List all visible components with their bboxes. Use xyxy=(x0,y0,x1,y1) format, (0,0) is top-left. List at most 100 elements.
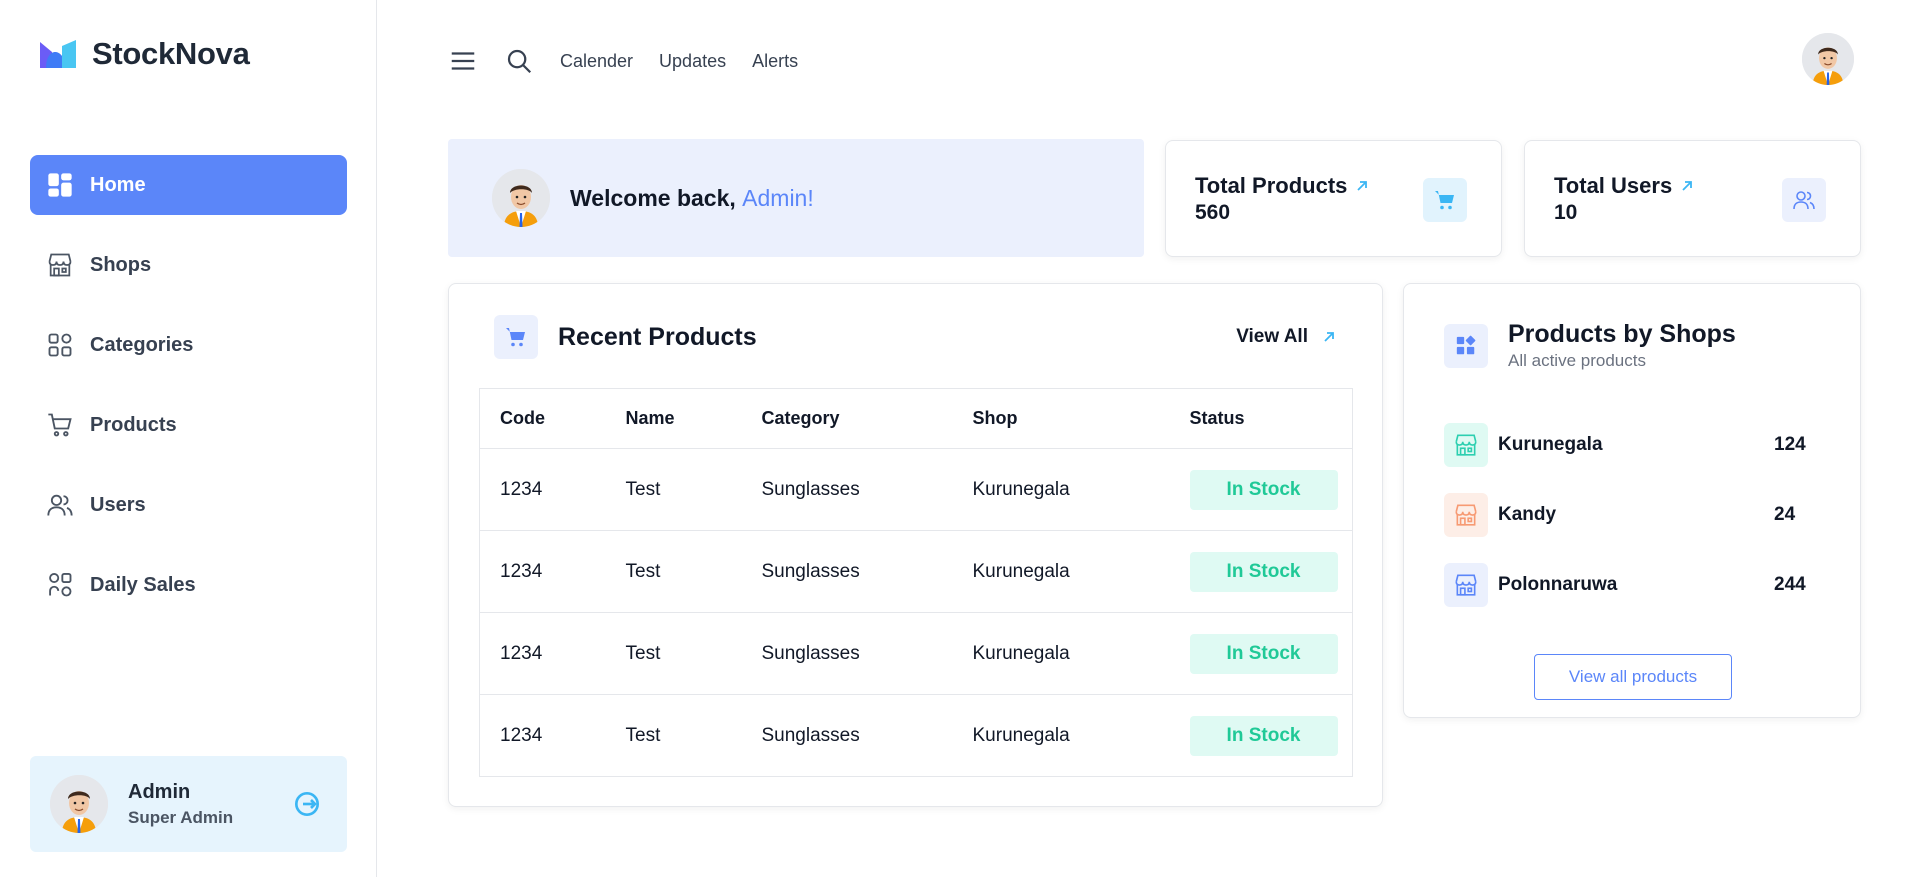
table-row[interactable]: 1234 Test Sunglasses Kurunegala In Stock xyxy=(479,448,1353,531)
search-icon[interactable] xyxy=(504,46,534,76)
store-icon xyxy=(1455,574,1477,596)
cell-category: Sunglasses xyxy=(741,612,953,695)
cell-name: Test xyxy=(605,448,742,531)
cart-icon xyxy=(506,328,525,347)
cell-code: 1234 xyxy=(479,612,606,695)
products-by-shops-icon-box xyxy=(1444,323,1488,368)
sidebar-item-label: Products xyxy=(90,413,177,436)
recent-products-icon-box xyxy=(494,315,538,359)
section-title: Recent Products xyxy=(558,322,757,351)
stat-icon-box xyxy=(1423,178,1467,222)
shop-icon-box xyxy=(1444,423,1488,467)
status-badge: In Stock xyxy=(1189,715,1338,756)
sidebar-item-label: Daily Sales xyxy=(90,573,196,596)
shop-row-kurunegala[interactable]: Kurunegala 124 xyxy=(1444,423,1814,467)
user-name: Admin xyxy=(128,780,191,803)
users-icon xyxy=(47,494,73,516)
status-badge: In Stock xyxy=(1189,551,1338,592)
table-row[interactable]: 1234 Test Sunglasses Kurunegala In Stock xyxy=(479,530,1353,613)
view-all-link[interactable]: View All xyxy=(1236,326,1336,348)
brand[interactable]: StockNova xyxy=(38,36,250,72)
sidebar-item-users[interactable]: Users xyxy=(30,475,347,535)
logout-icon[interactable] xyxy=(291,788,323,820)
cell-name: Test xyxy=(605,612,742,695)
logo-icon xyxy=(40,40,76,68)
cart-icon xyxy=(1435,191,1454,210)
cell-category: Sunglasses xyxy=(741,530,953,613)
view-all-label: View All xyxy=(1236,326,1308,347)
cell-shop: Kurunegala xyxy=(972,724,1070,746)
welcome-prefix: Welcome back, xyxy=(570,184,736,211)
shop-icon-box xyxy=(1444,493,1488,537)
column-header-status: Status xyxy=(1169,388,1353,449)
avatar-icon xyxy=(1802,33,1854,85)
section-title: Products by Shops xyxy=(1508,320,1736,348)
brand-name: StockNova xyxy=(92,36,250,71)
sidebar-item-daily-sales[interactable]: Daily Sales xyxy=(30,555,347,615)
cell-category: Sunglasses xyxy=(741,448,953,531)
cell-shop: Kurunegala xyxy=(952,612,1170,695)
welcome-banner: Welcome back, Admin! xyxy=(448,139,1144,257)
welcome-text: Welcome back, Admin! xyxy=(570,185,814,212)
avatar-icon xyxy=(50,775,108,833)
profile-avatar[interactable] xyxy=(1802,33,1854,85)
sidebar: StockNova Home Shops Categories Products… xyxy=(0,0,377,877)
user-info: Admin Super Admin xyxy=(128,781,233,828)
menu-icon[interactable] xyxy=(448,46,478,76)
cell-code: 1234 xyxy=(479,530,606,613)
shop-count: 244 xyxy=(1774,574,1806,595)
shop-row-kandy[interactable]: Kandy 24 xyxy=(1444,493,1814,537)
shop-name: Kurunegala xyxy=(1498,434,1603,455)
stat-value: 560 xyxy=(1195,201,1231,224)
nav-link-alerts[interactable]: Alerts xyxy=(752,51,798,72)
table-row[interactable]: 1234 Test Sunglasses Kurunegala In Stock xyxy=(479,612,1353,695)
cell-status: In Stock xyxy=(1169,448,1353,531)
avatar[interactable] xyxy=(50,775,108,833)
cell-code: 1234 xyxy=(479,448,606,531)
stat-value: 10 xyxy=(1554,201,1578,224)
welcome-name: Admin! xyxy=(742,184,814,211)
nav-link-updates[interactable]: Updates xyxy=(659,51,726,72)
sidebar-item-label: Home xyxy=(90,173,146,196)
shop-name: Kandy xyxy=(1498,504,1557,525)
daily-sales-icon xyxy=(49,572,72,597)
products-by-shops-titles: Products by Shops All active products xyxy=(1508,320,1736,371)
user-card: Admin Super Admin xyxy=(30,756,347,852)
avatar xyxy=(492,169,550,227)
sidebar-item-categories[interactable]: Categories xyxy=(30,315,347,375)
table-row[interactable]: 1234 Test Sunglasses Kurunegala In Stock xyxy=(480,695,1353,777)
cart-icon xyxy=(48,413,72,437)
sidebar-nav: Home Shops Categories Products Users Dai… xyxy=(30,155,347,635)
stat-card-total-users[interactable]: Total Users 10 xyxy=(1524,140,1861,257)
store-icon xyxy=(1455,504,1477,526)
users-icon xyxy=(1793,191,1815,210)
sidebar-item-shops[interactable]: Shops xyxy=(30,235,347,295)
recent-products-card: Recent Products View All Code Name Categ… xyxy=(448,283,1383,807)
store-icon xyxy=(48,253,72,277)
stat-label: Total Users xyxy=(1554,173,1694,199)
sidebar-item-label: Categories xyxy=(90,333,194,356)
view-all-products-button[interactable]: View all products xyxy=(1534,654,1732,700)
dashboard-icon xyxy=(48,173,72,197)
products-by-shops-card: Products by Shops All active products Ku… xyxy=(1403,283,1861,718)
user-role: Super Admin xyxy=(128,807,234,827)
shop-row-polonnaruwa[interactable]: Polonnaruwa 244 xyxy=(1444,563,1814,607)
column-header-shop: Shop xyxy=(952,388,1170,449)
categories-icon xyxy=(48,333,72,357)
nav-link-calender[interactable]: Calender xyxy=(560,51,633,72)
cell-status: In Stock xyxy=(1169,612,1353,695)
cell-shop: Kurunegala xyxy=(952,448,1170,531)
status-badge: In Stock xyxy=(1189,633,1338,674)
status-badge: In Stock xyxy=(1189,469,1338,510)
cell-name: Test xyxy=(625,724,661,746)
column-header-name: Name xyxy=(605,388,742,449)
stat-card-total-products[interactable]: Total Products 560 xyxy=(1165,140,1502,257)
sidebar-item-home[interactable]: Home xyxy=(30,155,347,215)
cell-category: Sunglasses xyxy=(761,724,860,746)
arrow-up-right-icon xyxy=(1682,181,1693,191)
recent-products-table: Code Name Category Shop Status 1234 Test… xyxy=(479,388,1353,777)
sidebar-item-label: Users xyxy=(90,493,146,516)
sidebar-item-products[interactable]: Products xyxy=(30,395,347,455)
cell-code: 1234 xyxy=(500,724,543,746)
arrow-up-right-icon xyxy=(1324,332,1334,342)
